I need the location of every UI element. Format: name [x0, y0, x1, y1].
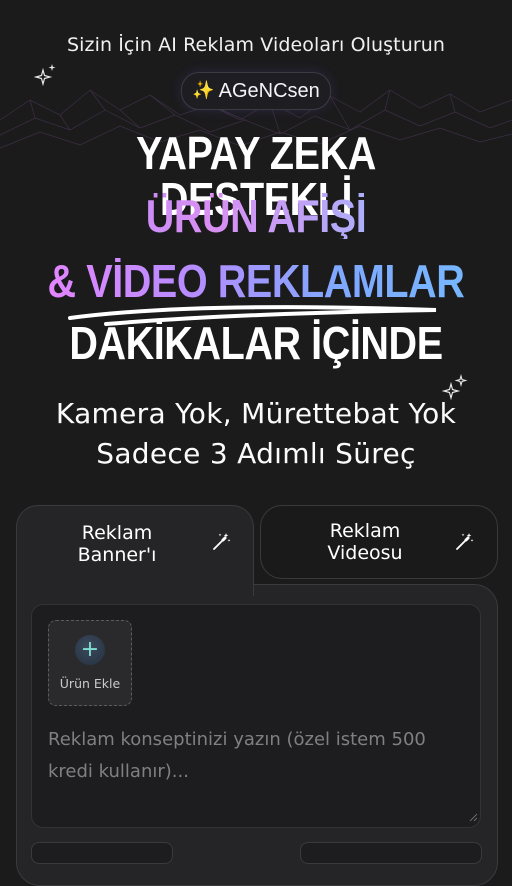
prompt-placeholder: Reklam konseptinizi yazın (özel istem 50…	[48, 729, 426, 782]
hero-line-4: DAKİKALAR İÇİNDE	[69, 317, 443, 369]
option-chip[interactable]	[31, 842, 173, 864]
resize-handle-icon[interactable]	[468, 812, 478, 822]
tab-label: Reklam Videosu	[327, 520, 403, 564]
add-product-label: Ürün Ekle	[59, 676, 121, 691]
tab-ad-banner[interactable]: Reklam Banner'ı	[16, 505, 254, 596]
add-product-button[interactable]: + Ürün Ekle	[48, 620, 132, 706]
tagline-line-1: Kamera Yok, Mürettebat Yok	[55, 397, 457, 430]
sparkles-icon: ✨	[192, 80, 215, 101]
brand-name: AGeNCsen	[218, 79, 320, 102]
hero-line-2: ÜRÜN AFİŞİ	[36, 193, 476, 239]
hero-line-3: & VİDEO REKLAMLAR	[36, 258, 476, 304]
magic-wand-icon	[213, 533, 231, 550]
option-chip[interactable]	[300, 842, 482, 864]
tab-label: Reklam Banner'ı	[77, 522, 157, 566]
tagline-line-2: Sadece 3 Adımlı Süreç	[96, 437, 416, 470]
plus-icon: +	[75, 635, 105, 665]
tab-ad-video[interactable]: Reklam Videosu	[260, 505, 498, 579]
brand-badge: ✨ AGeNCsen	[181, 72, 331, 110]
header-subtitle: Sizin İçin AI Reklam Videoları Oluşturun	[66, 34, 446, 56]
magic-wand-icon	[456, 533, 474, 550]
sparkle-icon	[34, 64, 56, 86]
